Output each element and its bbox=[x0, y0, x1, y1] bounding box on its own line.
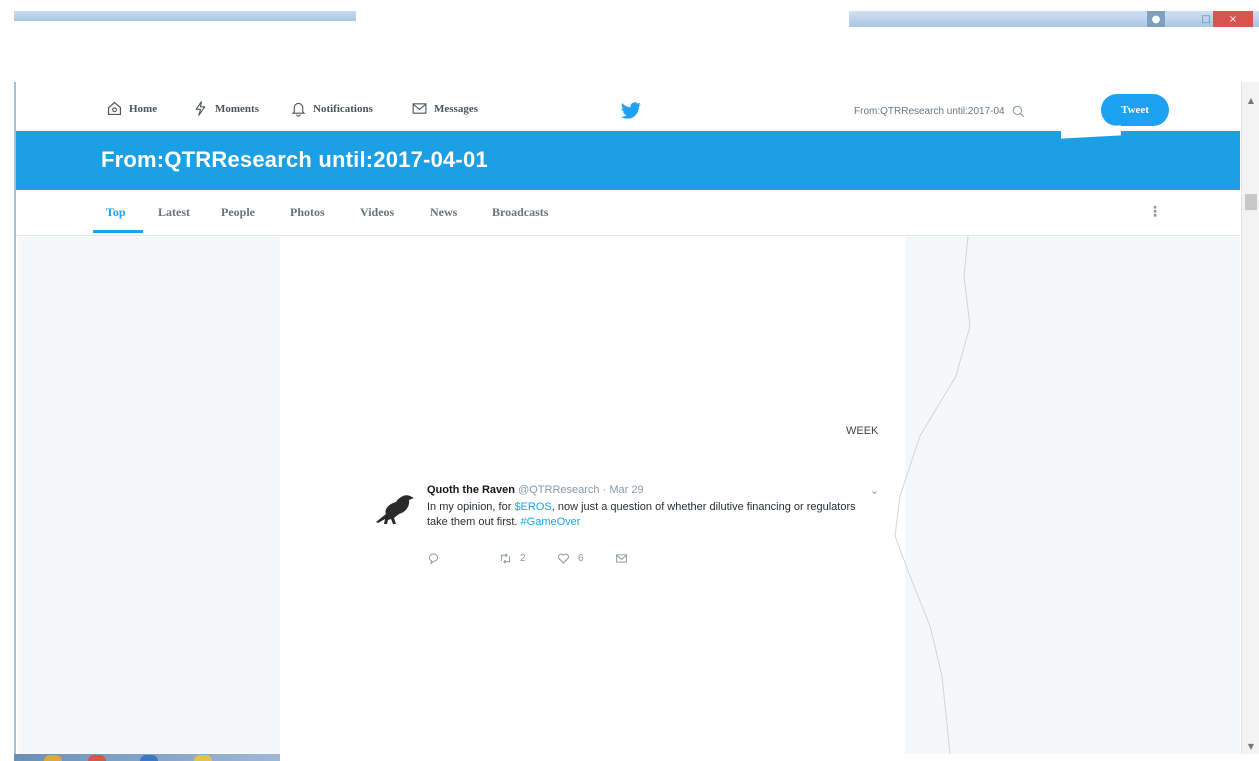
like-count: 6 bbox=[578, 553, 584, 564]
left-column-background bbox=[18, 237, 280, 754]
tab-latest[interactable]: Latest bbox=[158, 205, 190, 220]
scroll-up-icon[interactable]: ▲ bbox=[1242, 92, 1259, 108]
scroll-down-icon[interactable]: ▼ bbox=[1242, 738, 1259, 754]
tweet-author-name[interactable]: Quoth the Raven bbox=[427, 484, 515, 496]
taskbar-app-icon[interactable] bbox=[140, 755, 158, 761]
twitter-bird-icon[interactable] bbox=[620, 102, 642, 120]
tweet-button[interactable]: Tweet bbox=[1101, 94, 1169, 126]
direct-message-button[interactable] bbox=[615, 552, 628, 565]
scroll-thumb[interactable] bbox=[1245, 194, 1257, 210]
more-options-icon[interactable]: ⋮ bbox=[1148, 204, 1162, 220]
reply-button[interactable] bbox=[427, 552, 440, 565]
nav-notifications[interactable]: Notifications bbox=[290, 100, 373, 117]
window-titlebar-right bbox=[849, 11, 1259, 27]
close-icon: × bbox=[1228, 13, 1238, 25]
tweet-date[interactable]: Mar 29 bbox=[609, 484, 643, 496]
top-navigation: Home Moments Notifications Messages From… bbox=[16, 82, 1240, 132]
taskbar-app-icon[interactable] bbox=[194, 755, 212, 761]
heart-icon bbox=[558, 553, 569, 564]
nav-messages-label: Messages bbox=[434, 102, 478, 115]
envelope-icon bbox=[412, 103, 427, 114]
nav-notifications-label: Notifications bbox=[313, 102, 373, 115]
tab-top[interactable]: Top bbox=[106, 205, 126, 220]
maximize-button[interactable]: □ bbox=[1199, 11, 1213, 27]
taskbar-app-icon[interactable] bbox=[44, 755, 62, 761]
tab-news[interactable]: News bbox=[430, 205, 457, 220]
like-button[interactable]: 6 bbox=[557, 552, 584, 565]
retweet-button[interactable]: 2 bbox=[499, 552, 526, 565]
banner-notch bbox=[1061, 125, 1121, 139]
reply-icon bbox=[428, 553, 439, 565]
taskbar-app-icon[interactable] bbox=[88, 755, 106, 761]
nav-moments[interactable]: Moments bbox=[192, 100, 259, 117]
hashtag-link[interactable]: #GameOver bbox=[521, 516, 581, 528]
bell-icon bbox=[291, 102, 306, 117]
page-title: From:QTRResearch until:2017-04-01 bbox=[101, 147, 488, 172]
nav-messages[interactable]: Messages bbox=[411, 100, 478, 117]
home-icon bbox=[107, 101, 122, 116]
nav-home-label: Home bbox=[129, 102, 158, 115]
tweet-header: Quoth the Raven @QTRResearch · Mar 29 bbox=[427, 484, 644, 496]
tab-photos[interactable]: Photos bbox=[290, 205, 325, 220]
active-tab-indicator bbox=[93, 230, 143, 233]
nav-home[interactable]: Home bbox=[106, 100, 157, 117]
close-button[interactable]: × bbox=[1213, 11, 1253, 27]
search-query: From:QTRResearch until:2017-04 bbox=[854, 106, 1005, 117]
lightning-icon bbox=[195, 101, 206, 116]
search-input[interactable]: From:QTRResearch until:2017-04 bbox=[854, 104, 1026, 119]
tab-broadcasts[interactable]: Broadcasts bbox=[492, 205, 548, 220]
section-week-label: WEEK bbox=[846, 425, 879, 437]
nav-moments-label: Moments bbox=[215, 102, 259, 115]
user-icon[interactable]: ● bbox=[1147, 11, 1165, 27]
tweet-text-part: In my opinion, for bbox=[427, 501, 515, 513]
window-titlebar-left bbox=[14, 11, 356, 21]
tab-people[interactable]: People bbox=[221, 205, 255, 220]
tweet-actions: 2 6 bbox=[427, 552, 667, 568]
chevron-down-icon[interactable]: ⌄ bbox=[870, 484, 879, 497]
tab-videos[interactable]: Videos bbox=[360, 205, 394, 220]
retweet-count: 2 bbox=[520, 553, 526, 564]
search-banner: From:QTRResearch until:2017-04-01 bbox=[16, 125, 1240, 190]
raven-avatar[interactable] bbox=[372, 488, 416, 526]
tweet-text: In my opinion, for $EROS, now just a que… bbox=[427, 500, 867, 530]
envelope-icon bbox=[616, 554, 627, 563]
tweet-author-handle[interactable]: @QTRResearch bbox=[518, 484, 599, 496]
tweet-separator: · bbox=[599, 484, 610, 496]
search-icon[interactable] bbox=[1011, 104, 1026, 119]
search-tabs: Top Latest People Photos Videos News Bro… bbox=[16, 190, 1240, 236]
cashtag-link[interactable]: $EROS bbox=[514, 501, 551, 513]
retweet-icon bbox=[500, 553, 511, 564]
vertical-scrollbar[interactable]: ▲ ▼ bbox=[1241, 82, 1259, 754]
maximize-icon: □ bbox=[1201, 13, 1211, 25]
